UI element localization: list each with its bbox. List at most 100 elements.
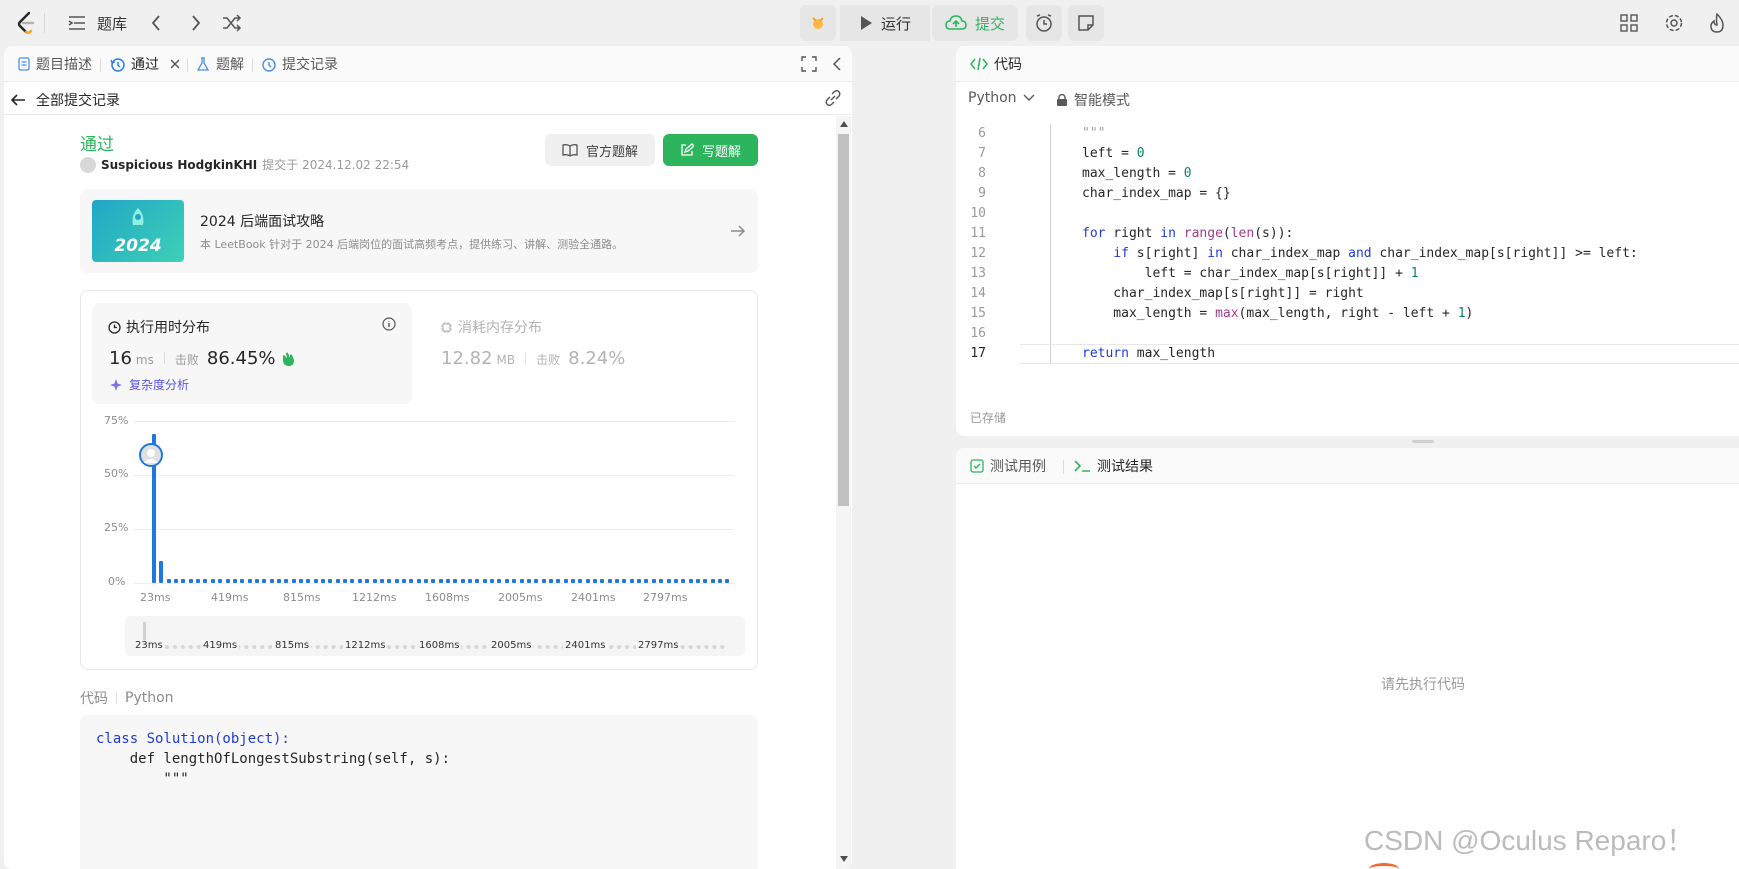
chart-bar[interactable] xyxy=(534,579,539,583)
tab-test-results[interactable]: 测试结果 xyxy=(1073,448,1153,484)
chart-bar[interactable] xyxy=(299,579,303,583)
tab-code[interactable]: 代码 xyxy=(970,46,1022,82)
chart-bar[interactable] xyxy=(328,579,333,583)
chart-bar[interactable] xyxy=(203,579,208,583)
chart-bar[interactable] xyxy=(578,579,583,583)
chart-bar[interactable] xyxy=(225,579,230,583)
chart-bar[interactable] xyxy=(269,579,274,583)
tab-description[interactable]: 题目描述 xyxy=(18,46,92,82)
chart-bar[interactable] xyxy=(218,579,223,583)
tab-solutions[interactable]: 题解 xyxy=(196,46,244,82)
chart-bar[interactable] xyxy=(504,579,509,583)
code-editor[interactable]: """ left = 0 max_length = 0 char_index_m… xyxy=(1082,124,1638,364)
chart-bar[interactable] xyxy=(681,579,686,583)
write-solution-button[interactable]: 写题解 xyxy=(663,134,758,166)
chart-bar[interactable] xyxy=(306,579,311,583)
gear-icon[interactable] xyxy=(1664,13,1684,33)
chart-bar[interactable] xyxy=(717,579,722,583)
scrollbar-thumb[interactable] xyxy=(838,134,849,506)
your-result-marker[interactable] xyxy=(139,443,163,467)
runtime-panel[interactable]: 执行用时分布 16 ms 击败 86.45% 复杂度分析 xyxy=(92,303,412,404)
chart-bar[interactable] xyxy=(313,579,318,583)
chart-bar[interactable] xyxy=(585,579,590,583)
chart-bar[interactable] xyxy=(629,579,634,583)
chart-bar[interactable] xyxy=(343,579,348,583)
alarm-clock-icon[interactable] xyxy=(1026,5,1062,41)
chevron-left-icon[interactable] xyxy=(150,14,162,32)
chart-bar[interactable] xyxy=(387,579,392,583)
arrow-right-icon[interactable] xyxy=(730,224,746,238)
chart-bar[interactable] xyxy=(607,579,612,583)
list-icon[interactable] xyxy=(68,15,86,31)
flame-icon[interactable] xyxy=(1708,13,1726,33)
chart-bar[interactable] xyxy=(600,579,605,583)
chart-bar[interactable] xyxy=(659,579,664,583)
submitted-code-block[interactable]: class Solution(object): def lengthOfLong… xyxy=(80,715,758,869)
chart-bar[interactable] xyxy=(666,579,671,583)
chart-bar[interactable] xyxy=(651,579,656,583)
chart-bar[interactable] xyxy=(188,579,193,583)
scrollbar-track[interactable] xyxy=(836,116,851,869)
official-solution-button[interactable]: 官方题解 xyxy=(545,134,655,166)
chart-bar[interactable] xyxy=(240,579,245,583)
collapse-icon[interactable] xyxy=(832,56,842,72)
chart-bar[interactable] xyxy=(497,579,502,583)
chart-bar[interactable] xyxy=(357,579,362,583)
chart-bar[interactable] xyxy=(482,579,487,583)
chevron-right-icon[interactable] xyxy=(190,14,202,32)
chart-bar[interactable] xyxy=(725,579,730,583)
chart-bar[interactable] xyxy=(490,579,495,583)
chart-bar[interactable] xyxy=(710,579,715,583)
chart-bar[interactable] xyxy=(174,579,179,583)
scroll-up-icon[interactable] xyxy=(840,121,848,127)
smart-mode-toggle[interactable]: 智能模式 xyxy=(1056,90,1130,110)
chart-bar[interactable] xyxy=(409,579,414,583)
info-icon[interactable] xyxy=(382,317,396,331)
chart-bar[interactable] xyxy=(350,579,355,583)
chart-bar[interactable] xyxy=(247,579,252,583)
chart-bar[interactable] xyxy=(416,579,421,583)
chart-bar[interactable] xyxy=(637,579,642,583)
resize-handle[interactable] xyxy=(1412,440,1434,443)
tab-submissions[interactable]: 提交记录 xyxy=(261,46,338,82)
chart-bar[interactable] xyxy=(379,579,384,583)
chart-bar[interactable] xyxy=(159,561,164,583)
chart-bar[interactable] xyxy=(673,579,678,583)
chart-bar[interactable] xyxy=(431,579,436,583)
chart-bar[interactable] xyxy=(284,579,289,583)
chart-bar[interactable] xyxy=(166,579,171,583)
chart-bar[interactable] xyxy=(321,579,326,583)
layout-icon[interactable] xyxy=(1620,14,1638,32)
chart-bar[interactable] xyxy=(335,579,340,583)
chart-bar[interactable] xyxy=(703,579,708,583)
username[interactable]: Suspicious HodgkinKHI xyxy=(101,158,257,172)
chart-bar[interactable] xyxy=(394,579,399,583)
chart-bar[interactable] xyxy=(232,579,237,583)
chart-bar[interactable] xyxy=(541,579,546,583)
avatar[interactable] xyxy=(80,156,96,173)
chart-bar[interactable] xyxy=(593,579,597,583)
memory-panel[interactable]: 消耗内存分布 xyxy=(440,317,542,337)
scroll-down-icon[interactable] xyxy=(840,856,848,862)
note-icon[interactable] xyxy=(1068,5,1104,41)
chart-bar[interactable] xyxy=(438,579,443,583)
chart-bar[interactable] xyxy=(210,579,215,583)
chart-bar[interactable] xyxy=(563,579,568,583)
submit-button[interactable]: 提交 xyxy=(932,5,1018,41)
problem-bank-link[interactable]: 题库 xyxy=(97,13,127,34)
chart-range-slider[interactable]: 23ms 419ms 815ms 1212ms 1608ms 2005ms 24… xyxy=(125,616,745,656)
chart-bar[interactable] xyxy=(688,579,693,583)
chart-bar[interactable] xyxy=(526,579,531,583)
chart-bar[interactable] xyxy=(181,579,186,583)
chart-bar[interactable] xyxy=(401,579,406,583)
chart-bar[interactable] xyxy=(276,579,281,583)
chart-bar[interactable] xyxy=(453,579,458,583)
chart-bar[interactable] xyxy=(556,579,561,583)
chart-bar[interactable] xyxy=(365,579,370,583)
shuffle-icon[interactable] xyxy=(222,14,242,32)
chart-bar[interactable] xyxy=(291,579,296,583)
chart-bar[interactable] xyxy=(475,579,480,583)
chart-bar[interactable] xyxy=(196,579,201,583)
chart-bar[interactable] xyxy=(372,579,377,583)
chart-bar[interactable] xyxy=(548,579,553,583)
